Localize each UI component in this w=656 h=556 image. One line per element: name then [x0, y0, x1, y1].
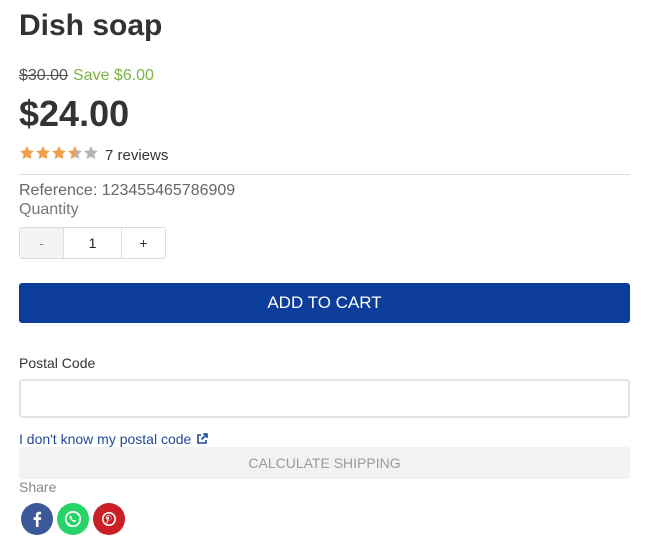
divider — [19, 174, 630, 175]
save-amount: Save $6.00 — [73, 67, 154, 84]
quantity-value[interactable]: 1 — [64, 228, 121, 258]
quantity-stepper: - 1 + — [19, 227, 166, 259]
postal-code-input[interactable] — [19, 379, 630, 418]
facebook-icon[interactable] — [21, 503, 53, 535]
postal-code-help-link[interactable]: I don't know my postal code — [19, 431, 209, 447]
star-icon — [52, 146, 66, 160]
add-to-cart-button[interactable]: ADD TO CART — [19, 283, 630, 323]
star-icon — [68, 146, 82, 160]
external-link-icon — [197, 433, 209, 444]
reviews-count[interactable]: 7 reviews — [105, 147, 168, 164]
pinterest-icon[interactable] — [93, 503, 125, 535]
share-icons — [21, 503, 129, 535]
whatsapp-icon[interactable] — [57, 503, 89, 535]
postal-code-help-text[interactable]: I don't know my postal code — [19, 431, 191, 447]
product-reference: Reference: 123455465786909 — [19, 182, 236, 199]
quantity-label: Quantity — [19, 201, 79, 218]
quantity-increase-button[interactable]: + — [121, 228, 165, 258]
star-icon — [36, 146, 50, 160]
quantity-decrease-button[interactable]: - — [20, 228, 64, 258]
current-price: $24.00 — [19, 93, 130, 134]
star-icon — [20, 146, 34, 160]
old-price: $30.00 — [19, 67, 68, 84]
postal-code-label: Postal Code — [19, 355, 96, 371]
share-label: Share — [19, 479, 57, 495]
star-icon — [84, 146, 98, 160]
rating-stars — [19, 145, 99, 161]
calculate-shipping-button[interactable]: CALCULATE SHIPPING — [19, 447, 630, 479]
product-title: Dish soap — [19, 9, 163, 42]
